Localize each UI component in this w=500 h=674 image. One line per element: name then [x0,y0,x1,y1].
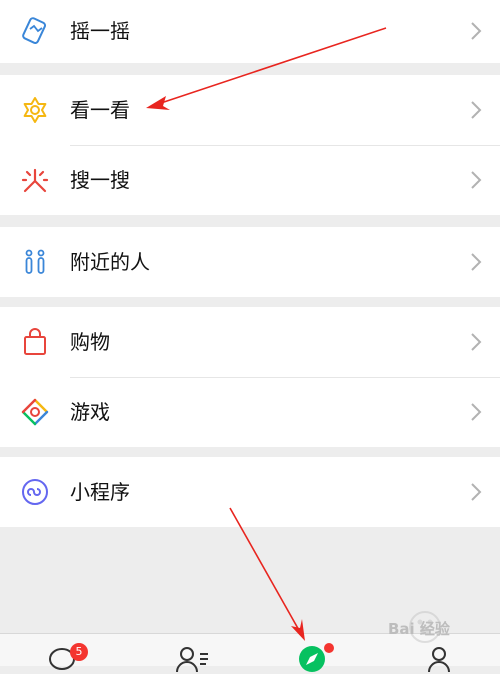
chevron-right-icon [471,403,482,421]
mini-programs-icon [22,479,48,505]
group-people-nearby: 附近的人 [0,227,500,297]
discover-dot-badge [324,643,334,653]
chevron-right-icon [471,483,482,501]
shopping-bag-icon [24,328,46,355]
tab-discover[interactable] [295,634,345,672]
group-shake: 摇一摇 [0,0,500,63]
chevron-right-icon [471,333,482,351]
search-sparkle-icon [21,168,49,193]
menu-item-mini-programs[interactable]: 小程序 [0,457,500,527]
menu-label-people-nearby: 附近的人 [70,250,150,274]
menu-item-people-nearby[interactable]: 附近的人 [0,227,500,297]
chevron-right-icon [471,22,482,40]
menu-label-shopping: 购物 [70,330,110,354]
menu-label-games: 游戏 [70,400,110,424]
menu-item-games[interactable]: 游戏 [0,377,500,447]
top-stories-icon [23,97,47,123]
watermark-text: Bai 经验 [388,620,450,638]
menu-label-mini-programs: 小程序 [70,480,130,504]
chevron-right-icon [471,253,482,271]
shake-icon [22,17,47,44]
menu-label-top-stories: 看一看 [70,98,130,122]
games-icon [21,398,49,426]
tab-contacts[interactable] [170,634,220,673]
tab-chats[interactable]: 5 [42,634,92,670]
group-mini-programs: 小程序 [0,457,500,527]
menu-item-top-stories[interactable]: 看一看 [0,75,500,145]
chats-unread-badge: 5 [70,643,88,661]
group-shopping-games: 购物 游戏 [0,307,500,447]
menu-item-search[interactable]: 搜一搜 [0,145,500,215]
contacts-icon [176,647,208,673]
menu-label-search: 搜一搜 [70,168,130,192]
menu-item-shake[interactable]: 摇一摇 [0,0,500,66]
chevron-right-icon [471,171,482,189]
people-nearby-icon [25,249,45,274]
group-top-stories-search: 看一看 搜一搜 [0,75,500,215]
chevron-right-icon [471,101,482,119]
person-icon [428,647,450,673]
menu-label-shake: 摇一摇 [70,19,130,43]
arrow-to-discover-tab [229,507,305,641]
compass-icon [299,646,325,672]
baidu-jingyan-watermark: Bai 经验 [388,610,493,644]
menu-item-shopping[interactable]: 购物 [0,307,500,377]
